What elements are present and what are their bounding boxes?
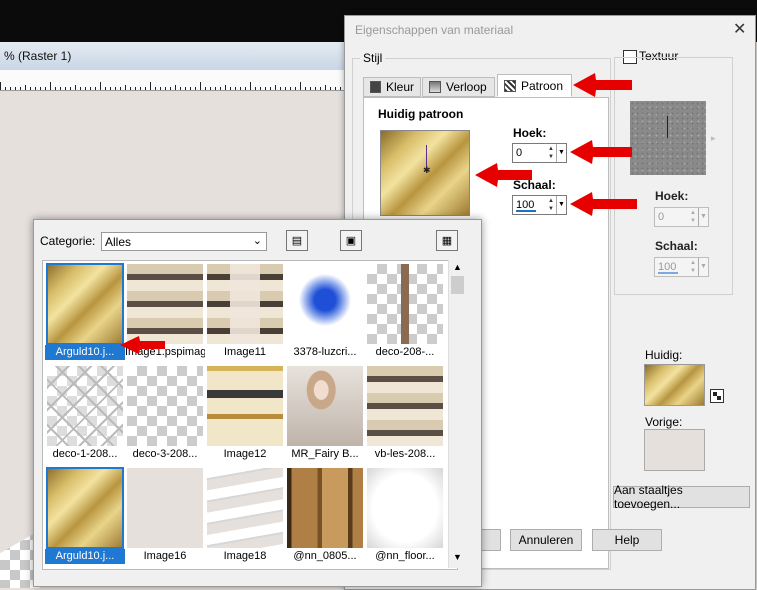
red-arrow-preview bbox=[475, 163, 532, 187]
red-arrows bbox=[120, 73, 637, 354]
red-arrow-angle bbox=[570, 140, 632, 164]
annotation-arrows bbox=[120, 73, 637, 354]
red-arrow-patroon-tab bbox=[573, 73, 632, 97]
red-arrow-scale bbox=[570, 192, 637, 216]
red-arrow-thumbnail bbox=[120, 336, 165, 354]
